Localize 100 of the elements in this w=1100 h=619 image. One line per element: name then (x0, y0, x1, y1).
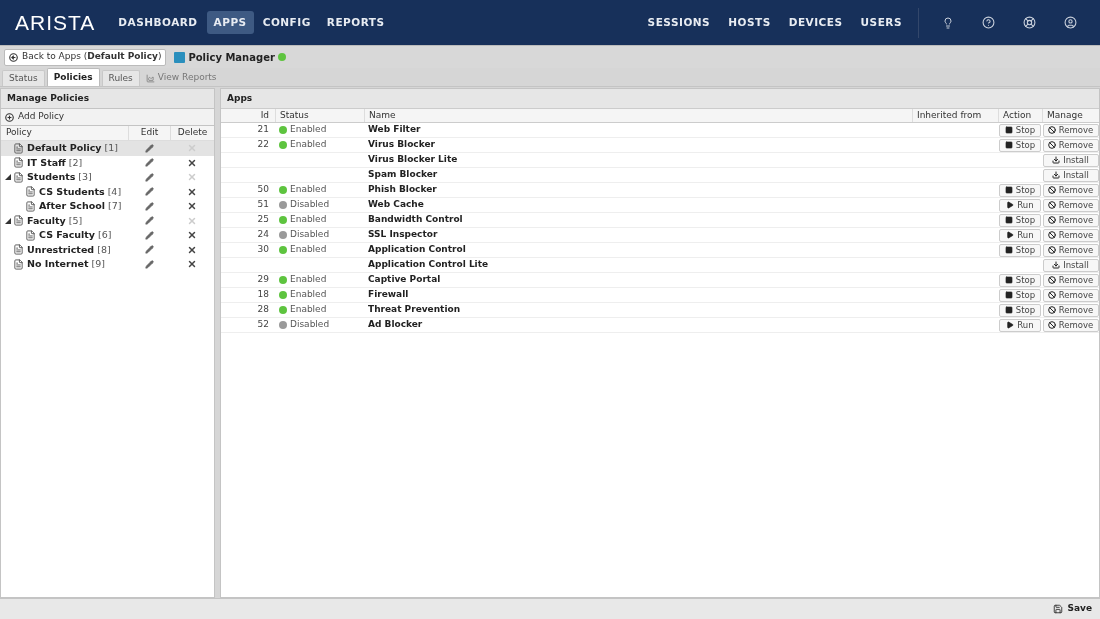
edit-icon[interactable] (144, 143, 154, 153)
edit-icon[interactable] (144, 187, 154, 197)
action-button[interactable]: Stop (999, 183, 1041, 197)
manage-button[interactable]: Remove (1042, 228, 1099, 242)
chart-icon (145, 73, 155, 83)
app-name: Phish Blocker (367, 183, 438, 197)
column-header: Inherited from (912, 108, 998, 123)
action-button[interactable]: Run (999, 198, 1041, 212)
play-icon (1006, 201, 1015, 209)
edit-icon[interactable] (144, 172, 154, 182)
expand-triangle-icon[interactable] (5, 174, 11, 181)
app-name: Captive Portal (367, 273, 442, 287)
remove-icon (1047, 141, 1056, 149)
policy-number: [2] (68, 155, 83, 170)
tab[interactable]: Status (2, 70, 45, 86)
lifebuoy-icon[interactable] (1023, 16, 1036, 29)
action-button[interactable]: Run (999, 228, 1041, 242)
nav-tab[interactable]: CONFIG (255, 10, 318, 35)
edit-icon[interactable] (144, 245, 154, 255)
manage-button[interactable]: Remove (1042, 318, 1099, 332)
action-button[interactable]: Stop (999, 273, 1041, 287)
nav-link[interactable]: USERS (854, 14, 908, 31)
edit-icon[interactable] (144, 259, 154, 269)
nav-link[interactable]: HOSTS (722, 14, 777, 31)
delete-icon[interactable] (187, 244, 197, 255)
delete-icon[interactable] (187, 157, 197, 168)
document-icon (13, 244, 24, 256)
edit-icon[interactable] (144, 216, 154, 226)
action-button[interactable]: Stop (999, 303, 1041, 317)
status-text: Enabled (290, 303, 327, 317)
remove-icon (1047, 231, 1056, 239)
policy-number: [7] (108, 199, 122, 214)
lightbulb-icon[interactable] (942, 16, 954, 29)
panel-title: Apps (221, 89, 1099, 108)
tab[interactable]: Policies (46, 68, 100, 86)
manage-button[interactable]: Remove (1042, 138, 1099, 152)
policy-name: Faculty (27, 213, 66, 228)
stop-icon (1004, 216, 1013, 224)
manage-button[interactable]: Remove (1042, 123, 1099, 137)
document-icon (13, 171, 24, 183)
logo[interactable]: ARISTA (15, 6, 96, 39)
manage-button[interactable]: Install (1042, 258, 1099, 272)
policy-row[interactable]: Default Policy [1] (1, 141, 214, 156)
manage-button[interactable]: Remove (1042, 183, 1099, 197)
action-button[interactable]: Stop (999, 243, 1041, 257)
delete-icon[interactable] (187, 259, 197, 270)
delete-icon[interactable] (187, 186, 197, 197)
manage-button[interactable]: Remove (1042, 243, 1099, 257)
policy-name: CS Students (39, 184, 105, 199)
id-cell-text: 52 (256, 318, 270, 332)
nav-link[interactable]: DEVICES (782, 14, 849, 31)
policy-number: [1] (104, 141, 119, 156)
edit-icon[interactable] (144, 158, 154, 168)
column-header: Action (998, 108, 1042, 123)
action-button[interactable]: Stop (999, 123, 1041, 137)
nav-tab[interactable]: REPORTS (319, 10, 392, 35)
document-icon (25, 229, 36, 241)
back-arrow-icon (9, 52, 18, 62)
status-text: Enabled (290, 243, 327, 257)
nav-tab[interactable]: DASHBOARD (111, 10, 205, 35)
manage-button[interactable]: Install (1042, 168, 1099, 182)
policy-name: Students (27, 170, 76, 185)
user-account-icon[interactable] (1064, 16, 1077, 29)
manage-button[interactable]: Remove (1042, 198, 1099, 212)
status-text: Disabled (290, 318, 330, 332)
app-name: Threat Prevention (367, 303, 462, 317)
manage-button[interactable]: Remove (1042, 273, 1099, 287)
id-cell-text: 18 (256, 288, 270, 302)
action-button[interactable]: Stop (999, 213, 1041, 227)
manage-button[interactable]: Remove (1042, 288, 1099, 302)
panel-title: Manage Policies (1, 89, 214, 108)
action-button[interactable]: Run (999, 318, 1041, 332)
delete-icon[interactable] (187, 230, 197, 241)
back-button[interactable]: Back to Apps (Default Policy) (4, 48, 167, 66)
remove-icon (1047, 246, 1056, 254)
id-cell-text: 25 (256, 213, 270, 227)
tab[interactable]: Rules (101, 70, 140, 86)
help-icon[interactable] (982, 16, 995, 29)
action-button[interactable]: Stop (999, 288, 1041, 302)
manage-button[interactable]: Install (1042, 153, 1099, 167)
expand-triangle-icon[interactable] (5, 217, 11, 224)
action-button[interactable]: Stop (999, 138, 1041, 152)
app-name: Bandwidth Control (367, 213, 464, 227)
manage-button[interactable]: Remove (1042, 213, 1099, 227)
delete-icon[interactable] (187, 201, 197, 212)
remove-icon (1047, 306, 1056, 314)
id-cell-text: 21 (256, 123, 270, 137)
save-button[interactable]: Save (1053, 602, 1092, 616)
app-name: Application Control Lite (367, 258, 490, 272)
status-text: Enabled (290, 123, 327, 137)
column-header: Status (275, 108, 364, 123)
edit-icon[interactable] (144, 230, 154, 240)
status-text: Enabled (290, 213, 327, 227)
policy-name: After School (39, 199, 105, 214)
id-cell-text: 51 (256, 198, 270, 212)
edit-icon[interactable] (144, 201, 154, 211)
nav-tab[interactable]: APPS (206, 10, 254, 35)
nav-link[interactable]: SESSIONS (641, 14, 717, 31)
document-icon (13, 142, 24, 154)
manage-button[interactable]: Remove (1042, 303, 1099, 317)
